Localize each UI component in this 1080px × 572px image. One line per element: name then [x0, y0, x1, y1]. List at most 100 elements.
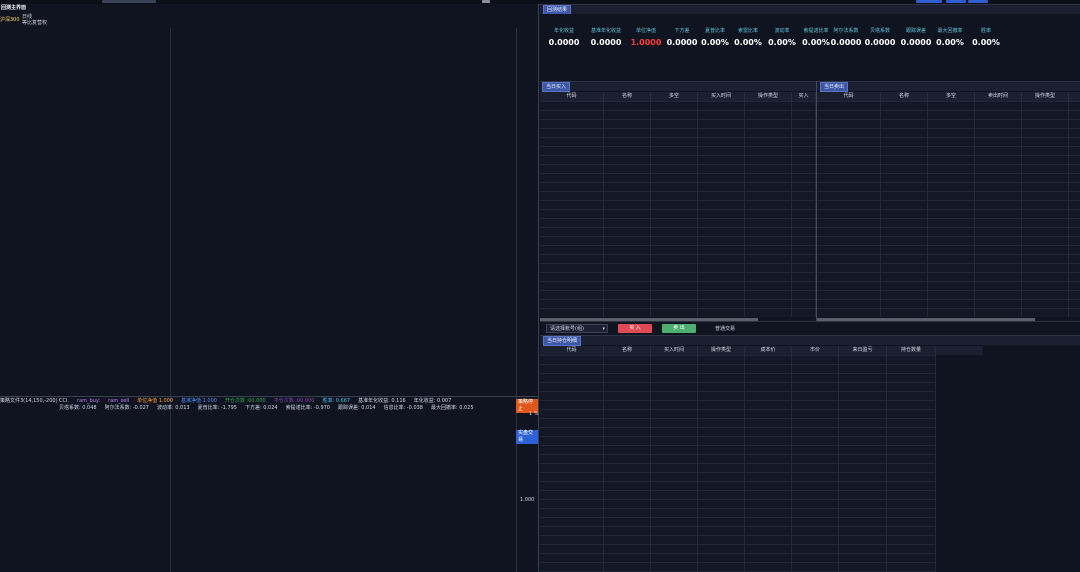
legend-item: 胜率: 0.667 [322, 398, 351, 404]
axis-tick-label: 1 % [529, 411, 539, 417]
legend-item: 最大回撤率: 0.025 [431, 405, 474, 411]
column-divider [974, 101, 975, 317]
column-header[interactable]: 多空 [928, 92, 975, 101]
chart-panel: 回测主界面 沪深300 日线 等比复营权 策略文件3(14,150,-200) … [0, 4, 539, 572]
results-header: 回测结果 [540, 4, 1080, 15]
column-divider [838, 355, 839, 572]
column-divider [744, 355, 745, 572]
column-header[interactable]: 买入时间 [698, 92, 745, 101]
buy-button[interactable]: 买 入 [618, 324, 652, 333]
column-header[interactable]: 代码 [540, 92, 604, 101]
account-select[interactable]: 请选择账号(组) ▾ [546, 324, 608, 333]
sell-table-header: 代码 名称 多空 卖出时间 操作类型 [817, 92, 1080, 101]
trade-controls: 请选择账号(组) ▾ 买 入 卖 出 普通交易 [540, 321, 1080, 336]
toolbar-action-button-2[interactable] [946, 0, 966, 3]
chart-divider [0, 396, 538, 397]
column-divider [791, 101, 792, 317]
column-header[interactable]: 卖出时间 [975, 92, 1022, 101]
column-header[interactable]: 来日盈亏 [839, 346, 887, 355]
column-header[interactable]: 买入 [792, 92, 816, 101]
buy-panel-header: 当日买入 [540, 81, 816, 92]
column-header[interactable]: 成本价 [745, 346, 792, 355]
column-divider [935, 355, 936, 572]
metrics-area: 年化收益 0.0000 基准年化收益 0.0000 单位净值 1.0000 下方差 0.000… [540, 14, 1080, 80]
position-table-body[interactable] [540, 355, 936, 572]
sell-panel-header: 当日卖出 [817, 81, 1080, 92]
legend-item: 波动率: 0.013 [157, 405, 190, 411]
column-header[interactable]: 操作类型 [745, 92, 792, 101]
metric-value: 0.0000 [590, 38, 622, 47]
column-divider [791, 355, 792, 572]
metric-value: 1.0000 [630, 38, 662, 47]
column-divider [603, 355, 604, 572]
metric-value: 0.00% [936, 38, 964, 47]
toolbar-tab-button[interactable] [102, 0, 156, 3]
legend-item: ram_sell [108, 398, 130, 404]
position-table-header: 代码 名称 买入时间 操作类型 成本价 市价 来日盈亏 持仓数量 [540, 346, 983, 355]
live-trade-tag[interactable]: 实盘交易 [516, 430, 538, 444]
legend-item: 单位净值 1.000 [137, 398, 174, 404]
axis-value-label: 1.000 [520, 497, 535, 503]
legend-item: 开仓次数 :00.000 [224, 398, 266, 404]
column-divider [697, 101, 698, 317]
strategy-file: 策略文件3(14,150,-200) [0, 398, 58, 404]
buy-table-body[interactable] [540, 101, 816, 317]
toolbar-action-button-3[interactable] [968, 0, 988, 3]
column-header[interactable]: 操作类型 [1022, 92, 1069, 101]
column-divider [650, 355, 651, 572]
sell-table-body[interactable] [817, 101, 1080, 317]
position-panel-header: 当日持仓明细 [540, 335, 1080, 346]
toolbar-checkbox[interactable] [482, 0, 490, 3]
column-header[interactable]: 名称 [881, 92, 928, 101]
indicator-legend-row1: CCI. ram_buy: ram_sell 单位净值 1.000 基准净值 1.000… [59, 398, 451, 404]
column-header[interactable]: 操作类型 [698, 346, 745, 355]
legend-item: 索提诺比率: -0.970 [285, 405, 330, 411]
legend-item: 基准年化收益: 0.116 [358, 398, 406, 404]
column-header[interactable]: 持仓数量 [887, 346, 936, 355]
metric-label: 年化收益 [553, 28, 574, 34]
legend-item: 年化收益: 0.007 [413, 398, 452, 404]
legend-item: 贝塔系数: 0.048 [59, 405, 97, 411]
column-header[interactable]: 多空 [651, 92, 698, 101]
column-header[interactable]: 市价 [792, 346, 839, 355]
chevron-down-icon: ▾ [602, 326, 605, 332]
tab-positions-today[interactable]: 当日持仓明细 [543, 336, 582, 346]
column-header[interactable]: 代码 [540, 346, 604, 355]
column-divider [880, 101, 881, 317]
legend-item: 下方差: 0.024 [245, 405, 278, 411]
metric-value: 0.00% [972, 38, 1000, 47]
metric-value: 0.0000 [864, 38, 896, 47]
column-divider [927, 101, 928, 317]
column-divider [886, 355, 887, 572]
column-divider [650, 101, 651, 317]
compare-label[interactable]: 等比复营权 [22, 20, 47, 26]
sell-button[interactable]: 卖 出 [662, 324, 696, 333]
legend-item: 阿尔法系数: -0.027 [104, 405, 149, 411]
legend-item: 基准净值 1.000 [181, 398, 217, 404]
index-name[interactable]: 沪深300 [0, 17, 20, 23]
metric-label: 胜率 [980, 28, 991, 34]
metric-label: 最大回撤率 [937, 28, 963, 34]
buy-table-header: 代码 名称 多空 买入时间 操作类型 买入 [540, 92, 816, 101]
legend-item: 跟踪误差: 0.014 [338, 405, 376, 411]
column-divider [603, 101, 604, 317]
metric-label: 单位净值 [635, 28, 656, 34]
column-divider [697, 355, 698, 572]
column-header[interactable]: 代码 [817, 92, 881, 101]
tab-sell-today[interactable]: 当日卖出 [820, 82, 849, 92]
tab-buy-today[interactable]: 当日买入 [542, 82, 571, 92]
toolbar-action-button-1[interactable] [916, 0, 942, 3]
column-header[interactable]: 名称 [604, 92, 651, 101]
metric-value: 0.0000 [548, 38, 580, 47]
legend-item: 平仓次数 :00.000 [273, 398, 315, 404]
trade-mode[interactable]: 普通交易 [715, 326, 735, 332]
chart-axis-line [516, 28, 517, 572]
column-header[interactable]: 名称 [604, 346, 651, 355]
legend-item: ram_buy: [77, 398, 101, 404]
panel-title: 回测主界面 [1, 5, 27, 11]
metric-label: 基准年化收益 [590, 28, 621, 34]
column-header[interactable]: 买入时间 [651, 346, 698, 355]
column-divider [744, 101, 745, 317]
chart-gridline [170, 28, 171, 572]
column-divider [1021, 101, 1022, 317]
